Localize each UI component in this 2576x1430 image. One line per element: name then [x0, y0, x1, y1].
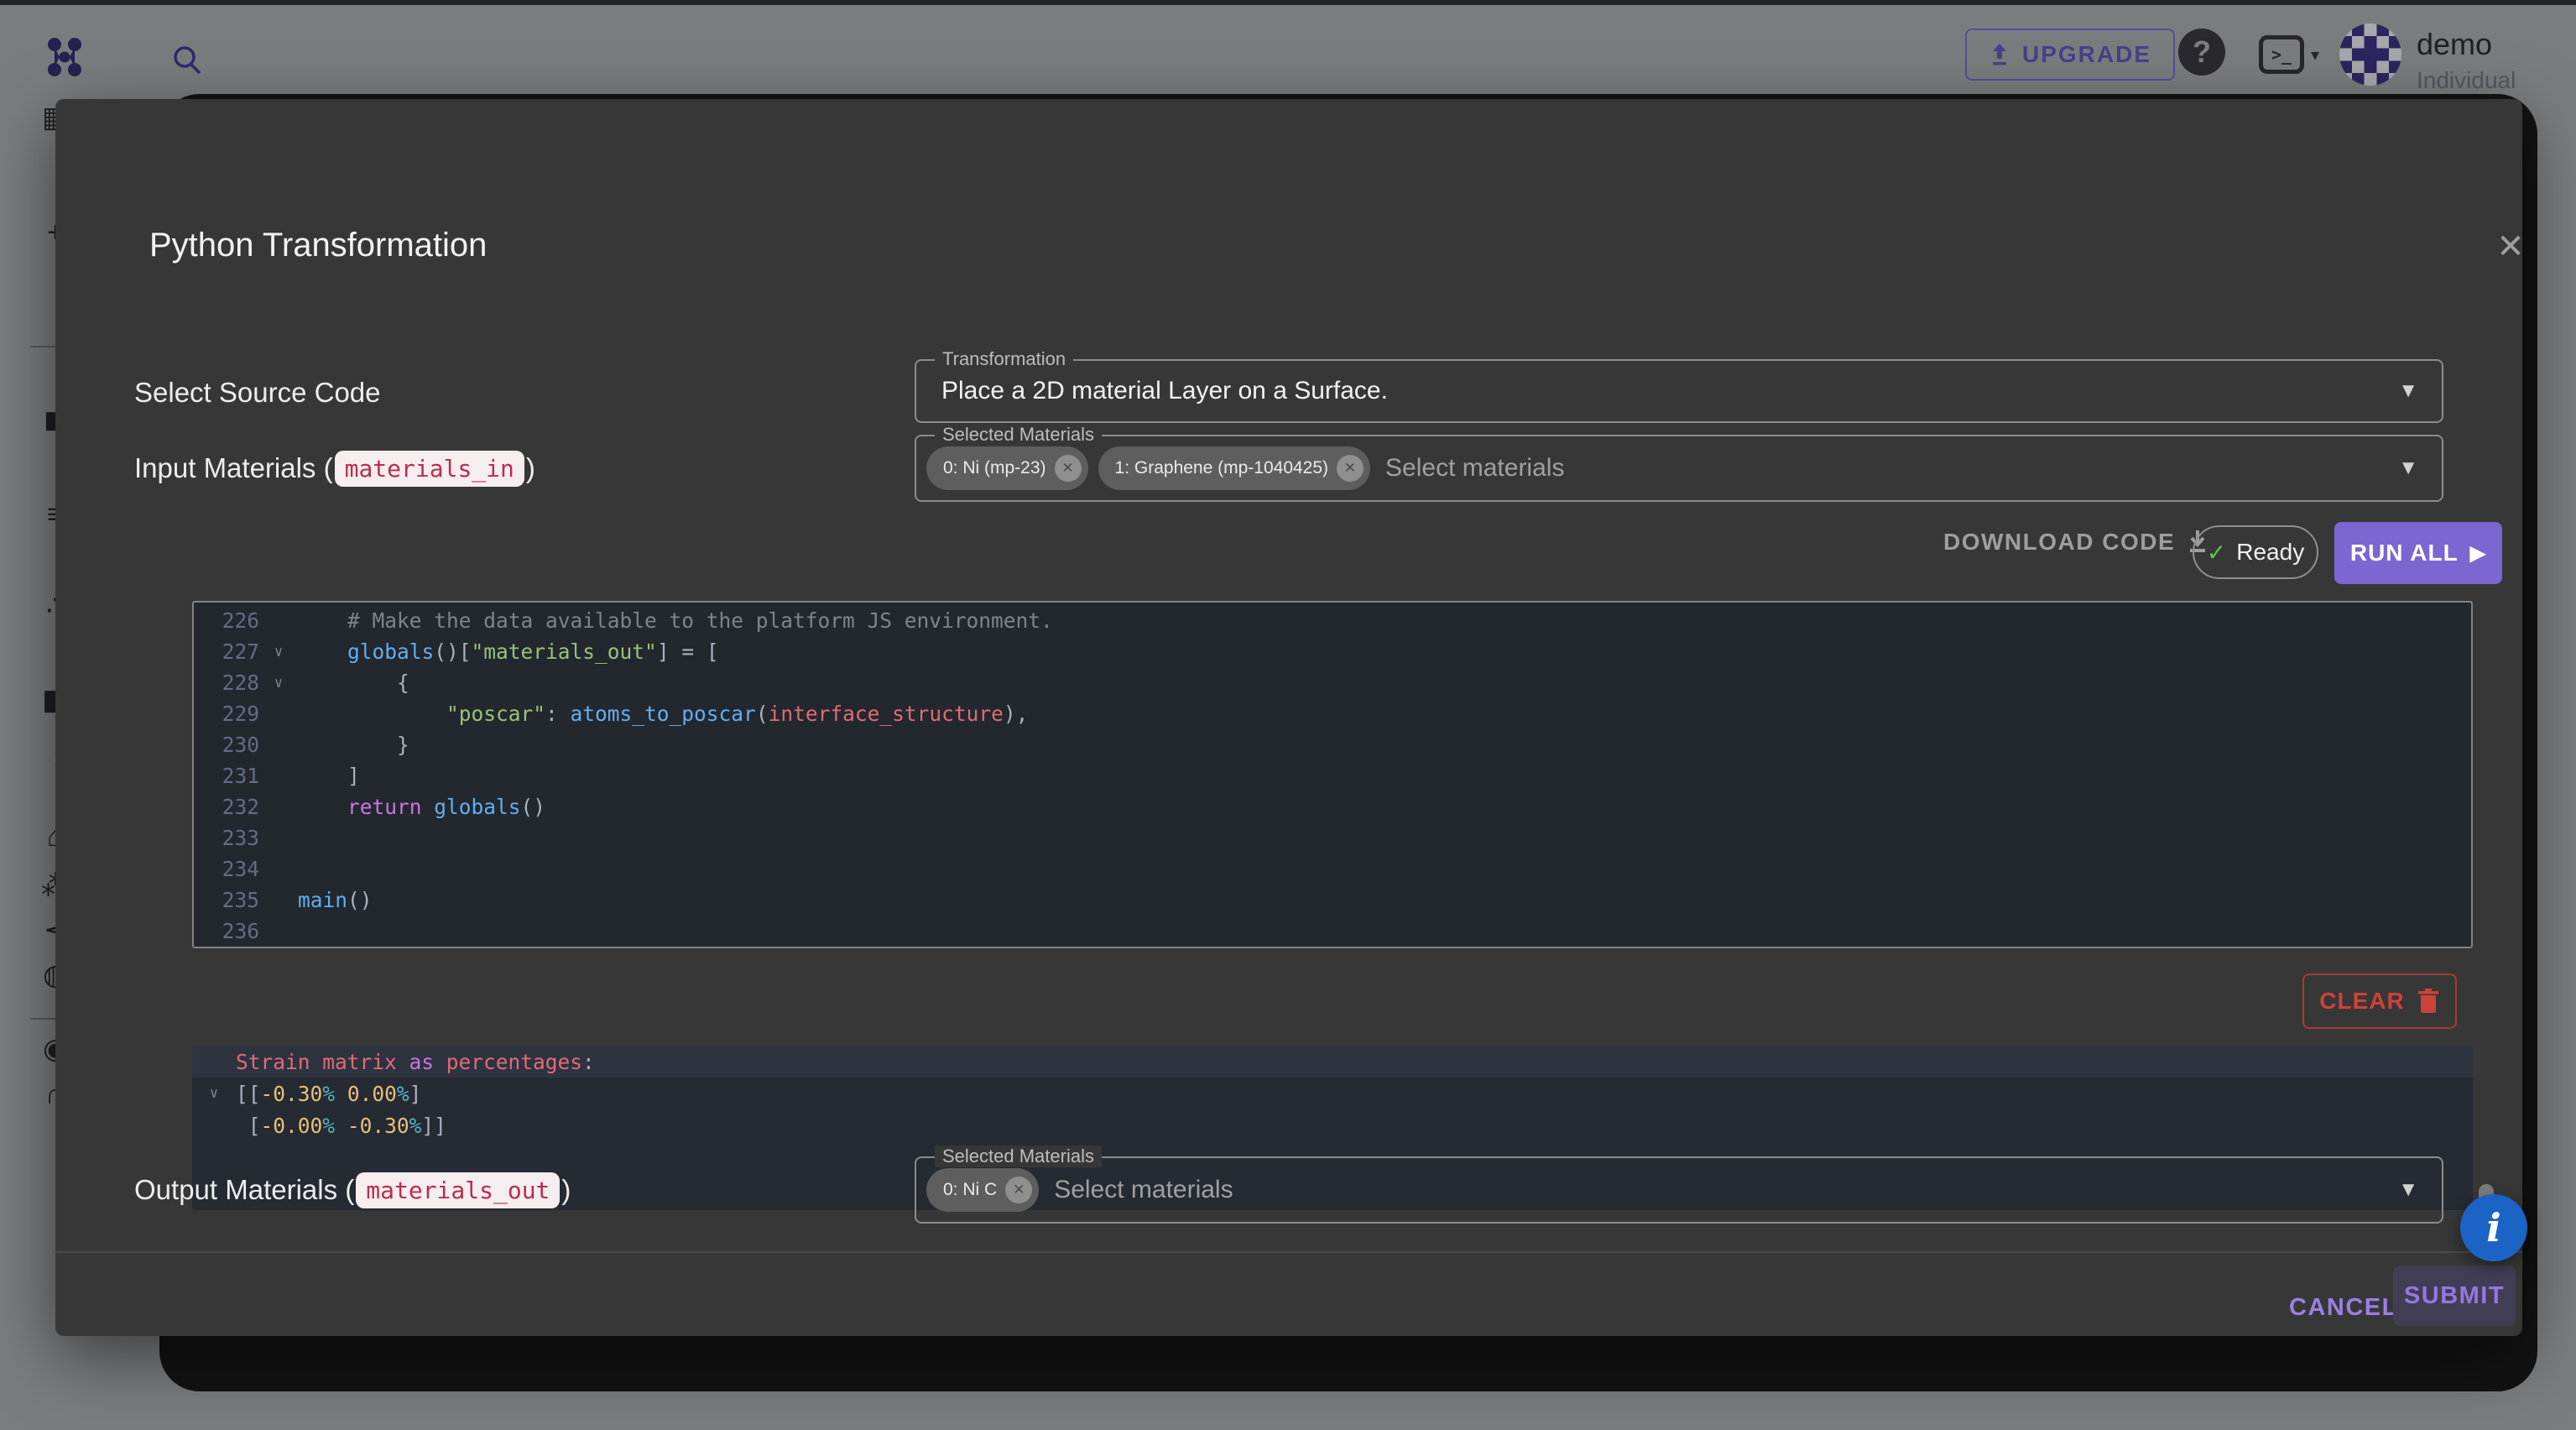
terminal-icon: >_ [2259, 35, 2304, 74]
output-materials-label: Output Materials (materials_out) [134, 1156, 571, 1224]
input-materials-select-label: Selected Materials [935, 424, 1102, 446]
avatar[interactable] [2339, 23, 2401, 86]
chip-remove-icon[interactable]: ✕ [1337, 455, 1364, 482]
editor-line: 226 # Make the data available to the pla… [194, 605, 2471, 636]
output-materials-select-label: Selected Materials [935, 1146, 1102, 1167]
caret-down-icon: ▼ [2398, 379, 2418, 403]
console-text: [-0.00% -0.30%]] [236, 1114, 446, 1138]
console-line: [-0.00% -0.30%]] [192, 1109, 2473, 1141]
code-text: "poscar": atoms_to_poscar(interface_stru… [298, 702, 2471, 726]
cancel-button[interactable]: CANCEL [2274, 1281, 2413, 1334]
upgrade-label: UPGRADE [2022, 41, 2151, 68]
editor-line: 234 [194, 853, 2471, 885]
chip-remove-icon[interactable]: ✕ [1005, 1177, 1032, 1203]
code-editor[interactable]: 226 # Make the data available to the pla… [192, 601, 2473, 948]
play-icon: ▶ [2470, 541, 2486, 566]
caret-down-icon: ▼ [2398, 1178, 2418, 1202]
material-chip-label: 0: Ni (mp-23) [943, 458, 1046, 478]
trash-icon [2417, 988, 2440, 1015]
code-text: ] [298, 764, 2471, 788]
editor-line: 230 } [194, 729, 2471, 760]
line-number: 229 [194, 702, 259, 726]
editor-line: 229 "poscar": atoms_to_poscar(interface_… [194, 698, 2471, 729]
editor-line: 231 ] [194, 760, 2471, 791]
fold-icon[interactable]: ∨ [259, 644, 298, 660]
console-menu-button[interactable]: >_ ▾ [2259, 35, 2319, 74]
transformation-select-label: Transformation [935, 348, 1073, 370]
close-icon[interactable]: ✕ [2487, 223, 2534, 270]
upgrade-button[interactable]: UPGRADE [1965, 29, 2175, 81]
user-name: demo [2417, 27, 2492, 62]
output-materials-placeholder: Select materials [1054, 1176, 1233, 1204]
input-materials-label: Input Materials (materials_in) [134, 435, 535, 502]
line-number: 231 [194, 764, 259, 788]
line-number: 230 [194, 733, 259, 757]
editor-line: 235 main() [194, 885, 2471, 916]
chip-remove-icon[interactable]: ✕ [1055, 455, 1082, 482]
material-chip-label: 1: Graphene (mp-1040425) [1115, 458, 1329, 478]
output-chips: 0: Ni C ✕ [916, 1168, 1039, 1212]
code-text: return globals() [298, 795, 2471, 819]
output-materials-select[interactable]: Selected Materials 0: Ni C✕ Select mater… [915, 1156, 2443, 1224]
console-text: [[-0.30% 0.00%] [236, 1082, 421, 1106]
line-number: 228 [194, 671, 259, 695]
transformation-select-value: Place a 2D material Layer on a Surface. [941, 377, 1388, 405]
console-line: ∨[[-0.30% 0.00%] [192, 1078, 2473, 1109]
upload-icon [1989, 42, 2010, 67]
caret-down-icon: ▼ [2398, 457, 2418, 480]
editor-line: 232 return globals() [194, 791, 2471, 822]
editor-line: 233 [194, 822, 2471, 853]
code-text: main() [298, 888, 2471, 912]
line-number: 227 [194, 639, 259, 664]
fold-icon[interactable]: ∨ [259, 675, 298, 692]
console-line: Strain matrix as percentages: [192, 1046, 2473, 1078]
info-button[interactable]: i [2460, 1194, 2527, 1261]
submit-button[interactable]: SUBMIT [2393, 1266, 2516, 1326]
footer-divider [55, 1251, 2522, 1253]
code-text: } [298, 733, 2471, 757]
code-text: { [298, 671, 2471, 695]
dialog-title: Python Transformation [149, 227, 487, 264]
line-number: 232 [194, 795, 259, 819]
user-plan: Individual [2417, 67, 2516, 94]
line-number: 236 [194, 919, 259, 943]
input-chips: 0: Ni (mp-23) ✕ 1: Graphene (mp-1040425) ✕ [916, 446, 1370, 490]
run-all-button[interactable]: RUN ALL ▶ [2334, 522, 2502, 584]
topbar: UPGRADE ? >_ ▾ demo Individual [0, 5, 2576, 99]
material-chip[interactable]: 0: Ni C ✕ [926, 1168, 1039, 1212]
input-materials-select[interactable]: Selected Materials 0: Ni (mp-23)✕1: Grap… [915, 435, 2443, 502]
line-number: 226 [194, 608, 259, 633]
materials-out-code-badge: materials_out [356, 1172, 560, 1208]
transformation-select[interactable]: Transformation Place a 2D material Layer… [915, 359, 2443, 423]
python-transformation-dialog: Python Transformation ✕ Select Source Co… [55, 99, 2522, 1336]
app-logo-icon[interactable] [45, 35, 84, 83]
fold-icon[interactable]: ∨ [192, 1085, 236, 1102]
download-code-button[interactable]: DOWNLOAD CODE [1943, 529, 2210, 556]
browser-top-strip [0, 0, 2576, 5]
editor-line: 228∨ { [194, 667, 2471, 698]
input-materials-placeholder: Select materials [1385, 454, 1564, 483]
editor-line: 227∨ globals()["materials_out"] = [ [194, 636, 2471, 667]
line-number: 235 [194, 888, 259, 912]
line-number: 234 [194, 857, 259, 881]
console-text: Strain matrix as percentages: [236, 1050, 595, 1074]
code-text: globals()["materials_out"] = [ [298, 639, 2471, 664]
help-icon[interactable]: ? [2178, 29, 2225, 76]
select-source-code-label: Select Source Code [134, 361, 381, 425]
status-text: Ready [2236, 539, 2304, 566]
material-chip[interactable]: 1: Graphene (mp-1040425) ✕ [1098, 446, 1371, 490]
materials-in-code-badge: materials_in [335, 451, 524, 487]
caret-down-icon: ▾ [2311, 44, 2319, 65]
material-chip[interactable]: 0: Ni (mp-23) ✕ [926, 446, 1088, 490]
editor-line: 236 [194, 916, 2471, 947]
clear-button[interactable]: CLEAR [2302, 973, 2457, 1029]
line-number: 233 [194, 826, 259, 850]
status-badge: ✓ Ready [2193, 525, 2318, 579]
check-icon: ✓ [2207, 539, 2226, 566]
search-icon[interactable] [169, 42, 206, 83]
material-chip-label: 0: Ni C [943, 1180, 997, 1200]
code-text: # Make the data available to the platfor… [298, 608, 2471, 633]
